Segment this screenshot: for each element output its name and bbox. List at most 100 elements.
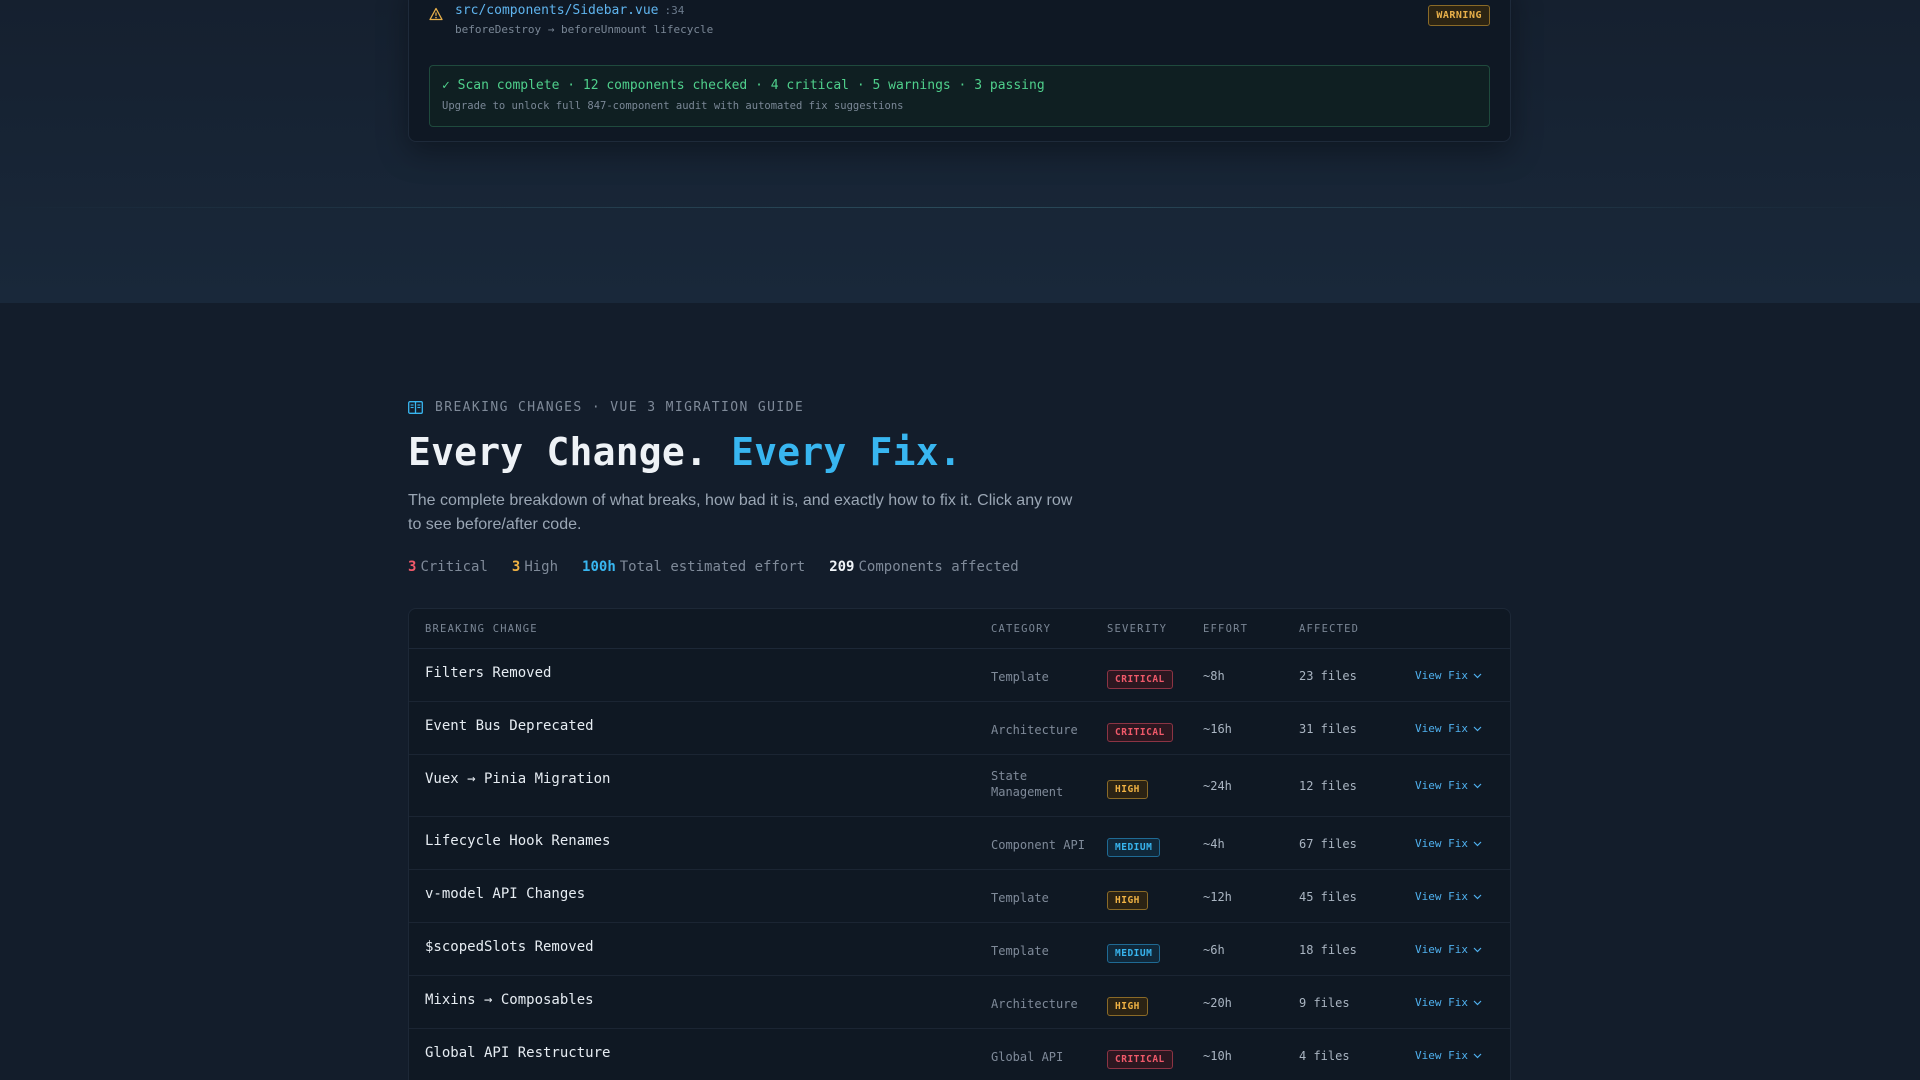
chevron-down-icon [1473,947,1482,952]
header-effort: EFFORT [1203,623,1249,635]
breaking-change-name: $scopedSlots Removed [425,939,594,955]
breaking-change-name: Vuex → Pinia Migration [425,771,611,787]
severity-badge: MEDIUM [1107,944,1161,963]
category-cell: Component API [991,837,1085,853]
chevron-down-icon [1473,1053,1482,1058]
severity-cell: HIGH [1107,888,1148,910]
warning-badge: WARNING [1428,5,1490,26]
table-row[interactable]: v-model API Changes Template HIGH ~12h 45 fi… [409,870,1510,923]
stat-value: 3 [408,558,417,575]
severity-cell: MEDIUM [1107,941,1161,963]
affected-cell: 67 files [1299,837,1357,851]
effort-cell: ~12h [1203,890,1232,904]
chevron-down-icon [1473,841,1482,846]
issue-description: beforeDestroy → beforeUnmount lifecycle [455,23,714,36]
severity-badge: CRITICAL [1107,723,1173,742]
category-cell: Template [991,890,1049,906]
severity-cell: CRITICAL [1107,720,1173,742]
effort-cell: ~8h [1203,669,1225,683]
category-text: Architecture [991,723,1078,737]
affected-cell: 9 files [1299,996,1350,1010]
category-cell: Global API [991,1049,1063,1065]
chevron-down-icon [1473,1000,1482,1005]
breaking-change-name: Mixins → Composables [425,992,594,1008]
stat-critical: 3 Critical [408,559,488,575]
view-fix-button[interactable]: View Fix [1415,779,1482,792]
warning-triangle-icon [429,7,443,21]
table-row[interactable]: Filters Removed Template CRITICAL ~8h 23 fil… [409,649,1510,702]
view-fix-label: View Fix [1415,669,1468,682]
stat-label: High [524,558,559,575]
view-fix-label: View Fix [1415,1049,1468,1062]
severity-badge: HIGH [1107,997,1148,1016]
breaking-change-name: Filters Removed [425,665,552,681]
view-fix-label: View Fix [1415,890,1468,903]
view-fix-button[interactable]: View Fix [1415,996,1482,1009]
severity-badge: MEDIUM [1107,838,1161,857]
table-row[interactable]: $scopedSlots Removed Template MEDIUM ~6h 18 … [409,923,1510,976]
breaking-change-name: v-model API Changes [425,886,586,902]
view-fix-button[interactable]: View Fix [1415,890,1482,903]
effort-cell: ~4h [1203,837,1225,851]
view-fix-button[interactable]: View Fix [1415,669,1482,682]
table-row[interactable]: Event Bus Deprecated Architecture CRITICAL… [409,702,1510,755]
category-cell: State Management [991,768,1063,800]
stat-value: 3 [511,558,521,575]
file-line-number: :34 [664,4,685,17]
stat-label: Components affected [858,558,1019,575]
category-cell: Template [991,943,1049,959]
upgrade-note: Upgrade to unlock full 847-component aud… [442,100,904,112]
category-line: Management [991,785,1064,799]
breaking-changes-section: BREAKING CHANGES · VUE 3 MIGRATION GUIDE… [408,398,1511,575]
view-fix-label: View Fix [1415,996,1468,1009]
chevron-down-icon [1473,783,1482,788]
page-title: Every Change. Every Fix. [408,430,1511,474]
severity-badge: HIGH [1107,780,1148,799]
effort-cell: ~24h [1203,779,1232,793]
chevron-down-icon [1473,673,1482,678]
severity-cell: CRITICAL [1107,1047,1173,1069]
view-fix-label: View Fix [1415,943,1468,956]
category-text: Architecture [991,997,1078,1011]
view-fix-button[interactable]: View Fix [1415,722,1482,735]
category-cell: Template [991,669,1049,685]
stat-value: 209 [829,558,855,575]
table-row[interactable]: Mixins → Composables Architecture HIGH ~20h… [409,976,1510,1029]
effort-cell: ~10h [1203,1049,1232,1063]
header-breaking-change: BREAKING CHANGE [425,623,538,635]
category-text: Global API [991,1050,1064,1064]
stat-label: Total estimated effort [619,558,806,575]
affected-cell: 23 files [1299,669,1357,683]
category-text: Template [991,670,1049,684]
breaking-changes-table: BREAKING CHANGE CATEGORY SEVERITY EFFORT… [408,608,1511,1080]
effort-cell: ~16h [1203,722,1232,736]
header-affected: AFFECTED [1299,623,1360,635]
table-body: Filters Removed Template CRITICAL ~8h 23 fil… [409,649,1510,1080]
severity-badge: CRITICAL [1107,670,1173,689]
scan-result-row[interactable]: src/components/Sidebar.vue :34 beforeDest… [429,3,1490,43]
breaking-change-name: Event Bus Deprecated [425,718,594,734]
table-row[interactable]: Lifecycle Hook Renames Component API MEDIU… [409,817,1510,870]
view-fix-button[interactable]: View Fix [1415,943,1482,956]
table-row[interactable]: Global API Restructure Global API CRITICAL… [409,1029,1510,1080]
view-fix-label: View Fix [1415,837,1468,850]
file-path[interactable]: src/components/Sidebar.vue :34 [455,3,684,18]
stat-value: 100h [582,558,616,575]
file-path-text: src/components/Sidebar.vue [455,3,659,18]
header-category: CATEGORY [991,623,1052,635]
scan-summary-line: ✓ Scan complete · 12 components checked … [442,78,1045,93]
stat-effort: 100h Total estimated effort [582,559,805,575]
effort-cell: ~6h [1203,943,1225,957]
view-fix-button[interactable]: View Fix [1415,837,1482,850]
headline-main: Every Change. [408,430,709,474]
severity-badge: HIGH [1107,891,1148,910]
affected-cell: 31 files [1299,722,1357,736]
view-fix-button[interactable]: View Fix [1415,1049,1482,1062]
section-description: The complete breakdown of what breaks, h… [408,491,1073,533]
headline-accent: Every Fix. [731,430,962,474]
severity-cell: HIGH [1107,777,1148,799]
table-row[interactable]: Vuex → Pinia Migration State Management HIG… [409,755,1510,817]
severity-cell: HIGH [1107,994,1148,1016]
category-cell: Architecture [991,722,1078,738]
book-open-icon [408,400,423,414]
